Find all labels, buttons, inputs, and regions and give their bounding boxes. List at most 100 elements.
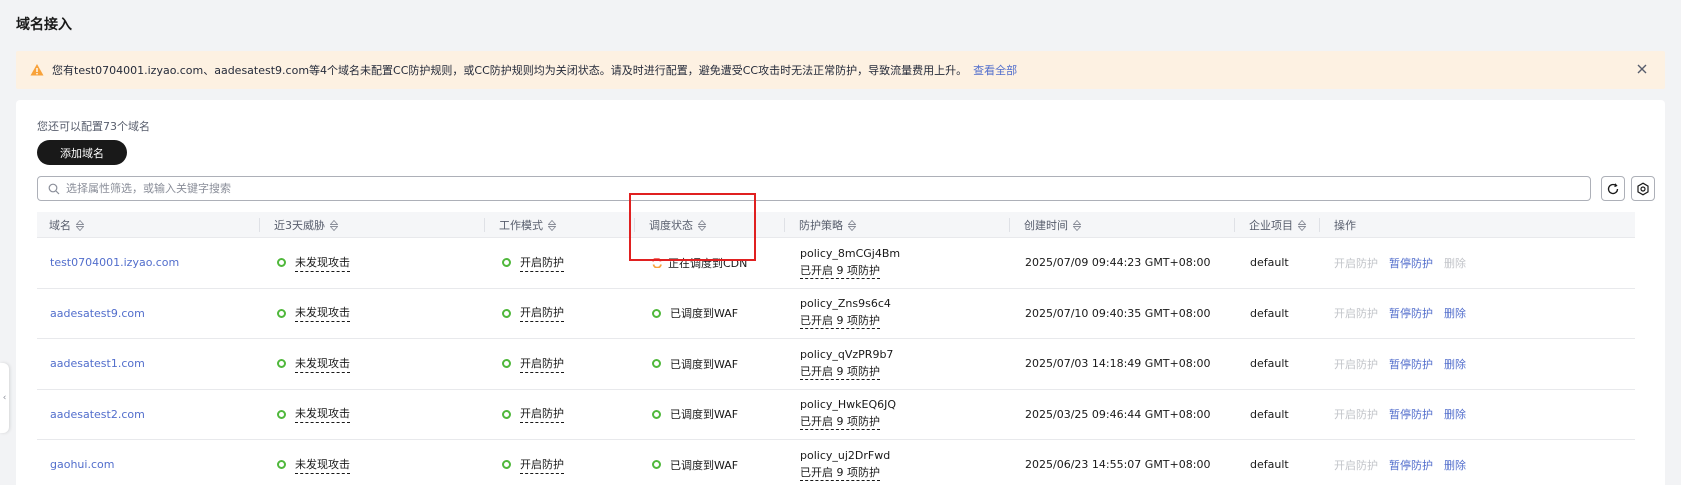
sort-icon [698,219,706,231]
domain-panel: 您还可以配置73个域名 添加域名 域名 近3天威胁 工作模式 调度状态 [16,100,1665,485]
add-domain-button[interactable]: 添加域名 [37,140,127,165]
enable-protection-button[interactable]: 开启防护 [1334,255,1378,271]
policy-name: policy_Zns9s6c4 [800,297,891,311]
policy-name: policy_uj2DrFwd [800,448,891,462]
domain-link[interactable]: aadesatest2.com [50,408,145,421]
mode-status[interactable]: 开启防护 [520,304,564,323]
column-separator[interactable] [259,218,260,232]
sort-icon [76,219,84,231]
search-bar[interactable] [37,176,1591,201]
refresh-icon [1607,182,1619,194]
search-input[interactable] [66,182,1590,195]
table-body: test0704001.izyao.com 未发现攻击 开启防护 正在调度到CD… [37,238,1635,485]
threat-status[interactable]: 未发现攻击 [295,405,350,424]
dispatch-status: 已调度到WAF [670,357,739,371]
column-separator[interactable] [784,218,785,232]
status-dot-icon [277,359,286,369]
mode-status[interactable]: 开启防护 [520,405,564,424]
created-time: 2025/06/23 14:55:07 GMT+08:00 [1025,458,1211,472]
policy-summary[interactable]: 已开启 9 项防护 [800,363,880,380]
enable-protection-button[interactable]: 开启防护 [1334,457,1378,473]
mode-status[interactable]: 开启防护 [520,355,564,373]
header-domain[interactable]: 域名 [49,212,84,238]
page-title: 域名接入 [16,17,72,33]
mode-status[interactable]: 开启防护 [520,456,564,474]
threat-status[interactable]: 未发现攻击 [295,304,350,323]
domain-link[interactable]: test0704001.izyao.com [50,256,179,269]
header-label: 创建时间 [1024,219,1068,232]
alert-message: 您有test0704001.izyao.com、aadesatest9.com等… [52,64,968,77]
table-row: test0704001.izyao.com 未发现攻击 开启防护 正在调度到CD… [37,238,1635,289]
domain-link[interactable]: aadesatest9.com [50,307,145,320]
enable-protection-button[interactable]: 开启防护 [1334,406,1378,422]
policy-summary[interactable]: 已开启 9 项防护 [800,262,880,279]
project-name: default [1250,407,1289,421]
delete-button[interactable]: 删除 [1444,356,1466,372]
header-mode[interactable]: 工作模式 [499,212,556,238]
policy-name: policy_HwkEQ6JQ [800,398,897,412]
status-dot-icon [277,460,286,470]
delete-button[interactable]: 删除 [1444,305,1466,321]
cc-warning-alert: 您有test0704001.izyao.com、aadesatest9.com等… [16,51,1665,89]
delete-button[interactable]: 删除 [1444,255,1466,271]
column-separator[interactable] [634,218,635,232]
delete-button[interactable]: 删除 [1444,457,1466,473]
pause-protection-button[interactable]: 暂停防护 [1389,255,1433,271]
status-dot-icon [277,308,286,318]
mode-status[interactable]: 开启防护 [520,254,564,272]
sort-icon [330,219,338,231]
close-icon[interactable] [1635,62,1649,76]
status-dot-icon [502,359,511,369]
threat-status[interactable]: 未发现攻击 [295,456,350,474]
pause-protection-button[interactable]: 暂停防护 [1389,457,1433,473]
pause-protection-button[interactable]: 暂停防护 [1389,406,1433,422]
threat-status[interactable]: 未发现攻击 [295,254,350,272]
settings-button[interactable] [1631,176,1655,201]
header-project[interactable]: 企业项目 [1249,212,1306,238]
table-row: aadesatest2.com 未发现攻击 开启防护 已调度到WAF polic… [37,390,1635,440]
threat-status[interactable]: 未发现攻击 [295,355,350,373]
header-created[interactable]: 创建时间 [1024,212,1081,238]
header-label: 工作模式 [499,219,543,232]
delete-button[interactable]: 删除 [1444,406,1466,422]
dispatch-status: 已调度到WAF [670,408,739,422]
pause-protection-button[interactable]: 暂停防护 [1389,305,1433,321]
header-label: 操作 [1334,219,1356,232]
header-label: 防护策略 [799,219,843,232]
header-ops: 操作 [1334,212,1356,238]
collapse-arrow-icon[interactable]: ‹ [0,363,9,433]
column-separator[interactable] [1009,218,1010,232]
column-separator[interactable] [484,218,485,232]
policy-name: policy_8mCGj4Bm [800,246,901,260]
sort-icon [1298,219,1306,231]
status-dot-icon [502,308,511,318]
status-dot-icon [502,460,511,470]
status-dot-icon [502,409,511,419]
sort-icon [1073,219,1081,231]
policy-summary[interactable]: 已开启 9 项防护 [800,464,880,481]
policy-summary[interactable]: 已开启 9 项防护 [800,413,880,431]
enable-protection-button[interactable]: 开启防护 [1334,305,1378,321]
enable-protection-button[interactable]: 开启防护 [1334,356,1378,372]
created-time: 2025/07/10 09:40:35 GMT+08:00 [1025,306,1211,320]
view-all-link[interactable]: 查看全部 [973,62,1017,78]
status-dot-icon [502,258,511,268]
domain-link[interactable]: aadesatest1.com [50,357,145,370]
domain-link[interactable]: gaohui.com [50,458,114,471]
status-dot-icon [652,460,661,470]
header-policy[interactable]: 防护策略 [799,212,856,238]
table-row: aadesatest1.com 未发现攻击 开启防护 已调度到WAF polic… [37,339,1635,390]
status-dot-icon [652,409,661,419]
policy-summary[interactable]: 已开启 9 项防护 [800,312,880,330]
header-threat[interactable]: 近3天威胁 [274,212,338,238]
table-row: gaohui.com 未发现攻击 开启防护 已调度到WAF policy_uj2… [37,440,1635,485]
project-name: default [1250,357,1289,371]
project-name: default [1250,458,1289,472]
header-dispatch[interactable]: 调度状态 [649,212,706,238]
header-label: 调度状态 [649,219,693,232]
refresh-button[interactable] [1601,176,1625,201]
pause-protection-button[interactable]: 暂停防护 [1389,356,1433,372]
domain-table: 域名 近3天威胁 工作模式 调度状态 防护策略 创建时间 企业项目 操作 tes… [37,212,1635,485]
column-separator[interactable] [1234,218,1235,232]
column-separator[interactable] [1319,218,1320,232]
